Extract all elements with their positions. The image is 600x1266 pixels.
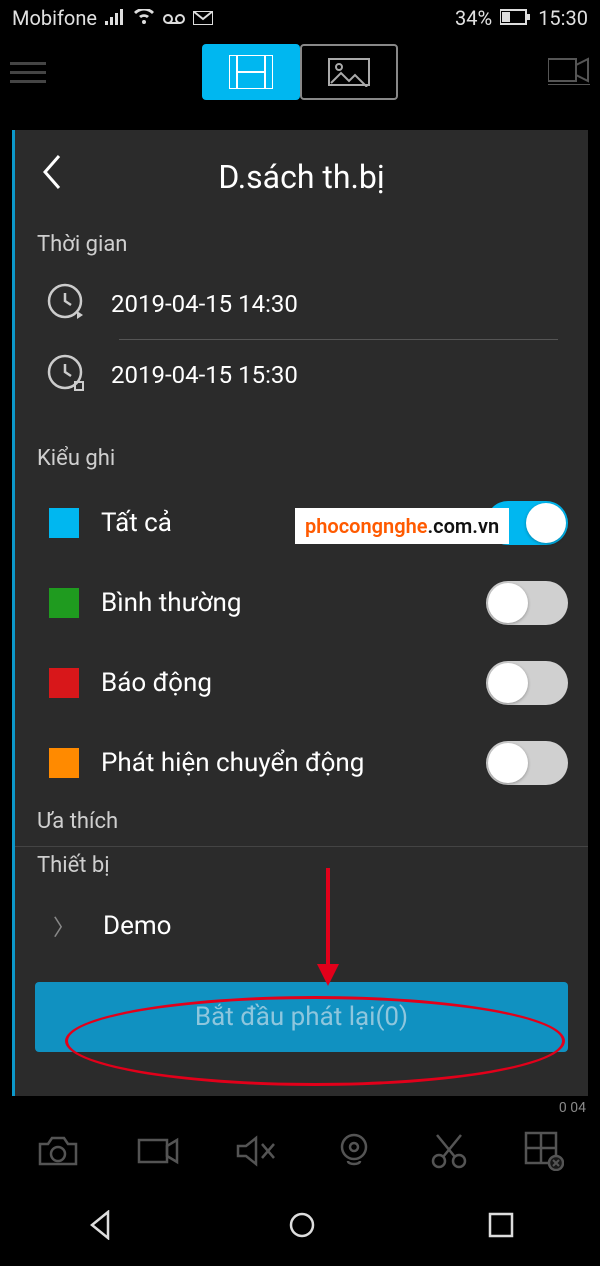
device-name: Demo — [103, 911, 171, 941]
device-list-panel: D.sách th.bị Thời gian 2019-04-15 14:30 … — [12, 130, 588, 1096]
record-type-label: Kiểu ghi — [15, 440, 588, 483]
mode-toggle — [202, 44, 398, 100]
toggle-motion[interactable] — [486, 741, 568, 785]
end-time-row[interactable]: 2019-04-15 15:30 — [15, 340, 588, 410]
toggle-alarm[interactable] — [486, 661, 568, 705]
toggle-normal[interactable] — [486, 581, 568, 625]
clip-icon[interactable] — [429, 1131, 469, 1175]
record-label: Bình thường — [101, 588, 242, 618]
clock-start-icon — [45, 281, 85, 327]
time-section-label: Thời gian — [15, 226, 588, 269]
device-item-demo[interactable]: 〉 Demo — [15, 890, 588, 962]
android-nav-bar — [0, 1188, 600, 1266]
start-time-value: 2019-04-15 14:30 — [111, 290, 298, 318]
record-type-normal: Bình thường — [15, 563, 588, 643]
layout-close-icon[interactable] — [524, 1131, 564, 1175]
clock-end-icon — [45, 352, 85, 398]
nav-back-icon[interactable] — [86, 1210, 116, 1244]
swatch-alarm — [49, 668, 79, 698]
end-time-value: 2019-04-15 15:30 — [111, 361, 298, 389]
record-label: Báo động — [101, 668, 212, 698]
nav-recent-icon[interactable] — [488, 1212, 514, 1242]
nav-home-icon[interactable] — [287, 1210, 317, 1244]
device-section-label: Thiết bị — [15, 847, 588, 890]
clock-label: 15:30 — [538, 6, 588, 30]
signal-icon — [105, 6, 125, 30]
start-time-row[interactable]: 2019-04-15 14:30 — [15, 269, 588, 339]
panel-title: D.sách th.bị — [218, 158, 384, 196]
snapshot-icon[interactable] — [36, 1134, 80, 1172]
wifi-icon — [133, 6, 155, 30]
favorites-label: Ưa thích — [15, 803, 588, 846]
playback-toolbar — [0, 1118, 600, 1188]
mode-video-button[interactable] — [202, 44, 300, 100]
voicemail-icon — [163, 6, 185, 30]
swatch-motion — [49, 748, 79, 778]
record-label: Tất cả — [101, 508, 172, 538]
status-bar: Mobifone 34% 15:30 — [0, 0, 600, 36]
camera-mode-icon[interactable] — [548, 55, 590, 89]
menu-icon[interactable] — [10, 54, 46, 90]
mute-icon[interactable] — [234, 1134, 278, 1172]
battery-pct: 34% — [455, 6, 492, 30]
record-type-alarm: Báo động — [15, 643, 588, 723]
battery-icon — [500, 6, 530, 30]
mini-timestamp: 0 04 — [559, 1100, 586, 1116]
record-type-motion: Phát hiện chuyển động — [15, 723, 588, 803]
start-playback-button[interactable]: Bắt đầu phát lại(0) — [35, 982, 568, 1052]
mode-image-button[interactable] — [300, 44, 398, 100]
chevron-right-icon: 〉 — [53, 910, 75, 942]
watermark: phocongnghe.com.vn — [295, 508, 509, 544]
mail-icon — [193, 6, 213, 30]
top-bar — [0, 36, 600, 108]
fisheye-icon[interactable] — [334, 1131, 374, 1175]
swatch-normal — [49, 588, 79, 618]
record-label: Phát hiện chuyển động — [101, 748, 364, 778]
back-button[interactable] — [41, 154, 63, 194]
carrier-label: Mobifone — [12, 6, 97, 30]
record-icon[interactable] — [135, 1134, 179, 1172]
swatch-all — [49, 508, 79, 538]
